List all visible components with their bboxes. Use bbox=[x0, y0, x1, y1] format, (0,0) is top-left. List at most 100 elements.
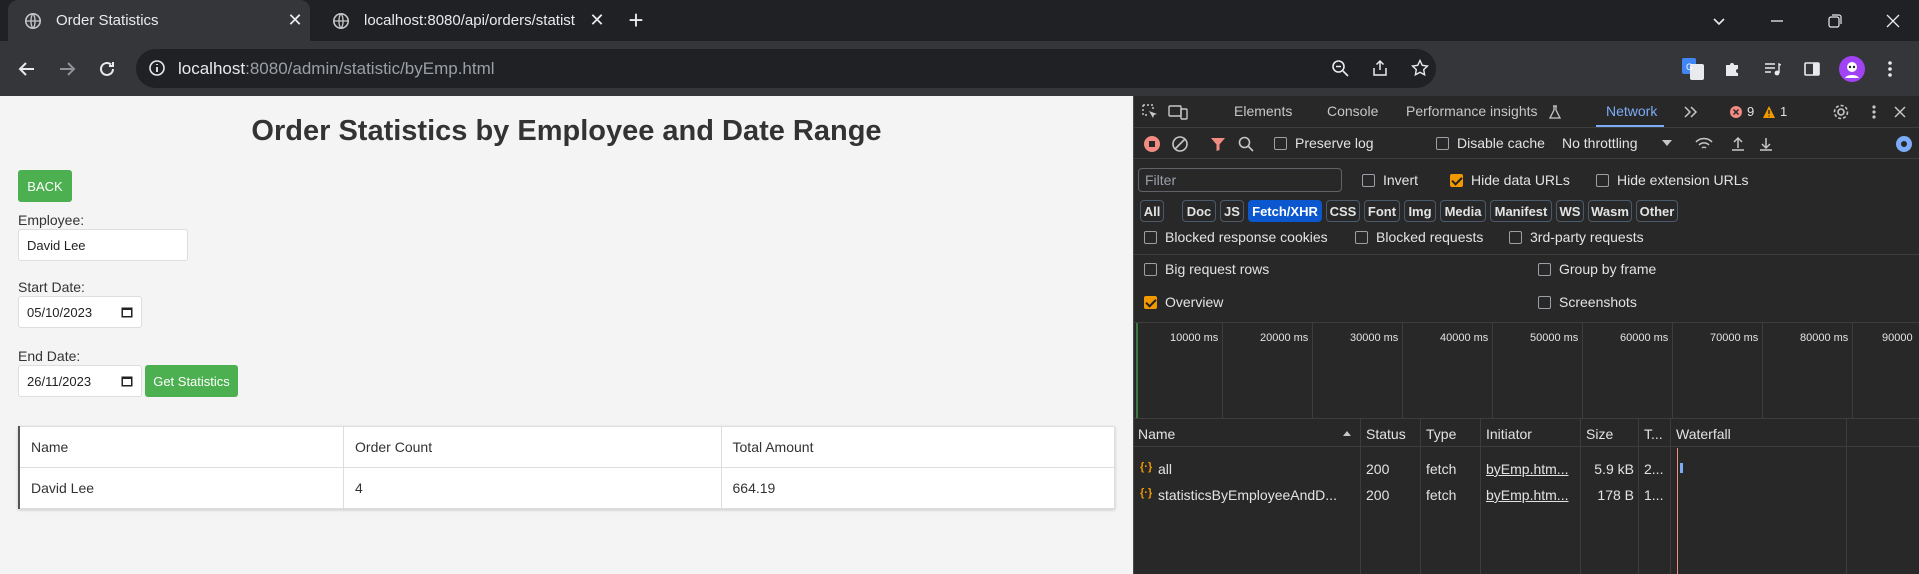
reload-button[interactable] bbox=[93, 55, 121, 83]
column-header-status[interactable]: Status bbox=[1366, 426, 1406, 442]
blocked-response-cookies-option[interactable]: Blocked response cookies bbox=[1144, 229, 1328, 245]
invert-option[interactable]: Invert bbox=[1362, 172, 1418, 188]
type-chip-fetch-xhr[interactable]: Fetch/XHR bbox=[1248, 200, 1322, 222]
info-icon[interactable] bbox=[148, 59, 166, 77]
throttling-select[interactable]: No throttling bbox=[1562, 135, 1673, 151]
type-chip-doc[interactable]: Doc bbox=[1182, 200, 1216, 222]
bookmark-star-icon[interactable] bbox=[1406, 54, 1434, 82]
request-initiator[interactable]: byEmp.htm... bbox=[1486, 461, 1576, 477]
chrome-menu-icon[interactable] bbox=[1876, 55, 1904, 83]
close-icon[interactable]: ✕ bbox=[582, 10, 612, 31]
blocked-response-cookies-checkbox[interactable] bbox=[1144, 230, 1157, 244]
type-chip-css[interactable]: CSS bbox=[1326, 200, 1360, 222]
devtools-menu-icon[interactable] bbox=[1864, 102, 1884, 122]
type-chip-media[interactable]: Media bbox=[1440, 200, 1486, 222]
big-request-rows-checkbox[interactable] bbox=[1144, 262, 1157, 276]
type-chip-img[interactable]: Img bbox=[1404, 200, 1436, 222]
employee-input[interactable]: David Lee bbox=[18, 229, 188, 261]
tab-order-statistics[interactable]: Order Statistics ✕ bbox=[8, 0, 310, 41]
hide-extension-urls-checkbox[interactable] bbox=[1596, 173, 1609, 187]
tab-api-orders[interactable]: localhost:8080/api/orders/statist ✕ bbox=[316, 0, 612, 41]
error-badge[interactable]: 9 bbox=[1729, 104, 1754, 119]
back-nav-button[interactable] bbox=[13, 55, 41, 83]
type-chip-font[interactable]: Font bbox=[1364, 200, 1400, 222]
disable-cache-option[interactable]: Disable cache bbox=[1436, 135, 1545, 151]
screenshots-option[interactable]: Screenshots bbox=[1538, 294, 1637, 310]
type-chip-manifest[interactable]: Manifest bbox=[1490, 200, 1552, 222]
request-initiator[interactable]: byEmp.htm... bbox=[1486, 487, 1576, 503]
extensions-puzzle-icon[interactable] bbox=[1718, 55, 1746, 83]
network-conditions-icon[interactable] bbox=[1694, 134, 1714, 154]
disable-cache-checkbox[interactable] bbox=[1436, 136, 1449, 150]
overview-option[interactable]: Overview bbox=[1144, 294, 1223, 310]
type-chip-all[interactable]: All bbox=[1140, 200, 1164, 222]
inspect-element-icon[interactable] bbox=[1140, 102, 1160, 122]
more-tabs-icon[interactable] bbox=[1681, 102, 1701, 122]
preserve-log-option[interactable]: Preserve log bbox=[1274, 135, 1374, 151]
warning-badge[interactable]: 1 bbox=[1762, 104, 1787, 119]
group-by-frame-checkbox[interactable] bbox=[1538, 262, 1551, 276]
hide-data-urls-checkbox[interactable] bbox=[1450, 173, 1463, 187]
big-request-rows-option[interactable]: Big request rows bbox=[1144, 261, 1269, 277]
type-chip-ws[interactable]: WS bbox=[1556, 200, 1584, 222]
tab-performance-insights[interactable]: Performance insights bbox=[1406, 103, 1538, 119]
settings-gear-icon[interactable] bbox=[1831, 102, 1851, 122]
calendar-icon[interactable] bbox=[121, 375, 133, 387]
search-icon[interactable] bbox=[1236, 134, 1256, 154]
start-date-input[interactable]: 05/10/2023 bbox=[18, 296, 142, 328]
column-header-waterfall[interactable]: Waterfall bbox=[1676, 426, 1731, 442]
address-bar[interactable]: localhost:8080/admin/statistic/byEmp.htm… bbox=[136, 49, 1436, 88]
close-window-button[interactable] bbox=[1864, 0, 1919, 41]
blocked-requests-checkbox[interactable] bbox=[1355, 230, 1368, 244]
back-button[interactable]: BACK bbox=[18, 170, 72, 202]
type-chip-wasm[interactable]: Wasm bbox=[1588, 200, 1632, 222]
new-tab-button[interactable]: + bbox=[622, 6, 650, 34]
preserve-log-checkbox[interactable] bbox=[1274, 136, 1287, 150]
download-icon[interactable] bbox=[1756, 134, 1776, 154]
share-icon[interactable] bbox=[1366, 54, 1394, 82]
blocked-requests-option[interactable]: Blocked requests bbox=[1355, 229, 1483, 245]
table-row[interactable]: {·} all 200 fetch byEmp.htm... 5.9 kB 2.… bbox=[1134, 458, 1919, 480]
end-date-input[interactable]: 26/11/2023 bbox=[18, 365, 142, 397]
close-icon[interactable]: ✕ bbox=[280, 10, 310, 31]
media-control-icon[interactable] bbox=[1758, 55, 1786, 83]
record-stop-icon[interactable] bbox=[1142, 134, 1162, 154]
get-statistics-button[interactable]: Get Statistics bbox=[145, 365, 238, 397]
profile-avatar[interactable] bbox=[1838, 55, 1866, 83]
network-overview-timeline[interactable]: 10000 ms 20000 ms 30000 ms 40000 ms 5000… bbox=[1134, 322, 1919, 419]
network-settings-gear-icon[interactable] bbox=[1894, 134, 1914, 154]
clear-icon[interactable] bbox=[1170, 134, 1190, 154]
forward-nav-button[interactable] bbox=[53, 55, 81, 83]
device-toolbar-icon[interactable] bbox=[1168, 102, 1188, 122]
column-header-size[interactable]: Size bbox=[1586, 426, 1613, 442]
translate-extension-icon[interactable]: G bbox=[1679, 55, 1707, 83]
filter-funnel-icon[interactable] bbox=[1208, 134, 1228, 154]
column-header-initiator[interactable]: Initiator bbox=[1486, 426, 1532, 442]
minimize-button[interactable] bbox=[1748, 0, 1806, 41]
group-by-frame-option[interactable]: Group by frame bbox=[1538, 261, 1656, 277]
invert-checkbox[interactable] bbox=[1362, 173, 1375, 187]
tab-elements[interactable]: Elements bbox=[1234, 103, 1292, 119]
hide-data-urls-option[interactable]: Hide data URLs bbox=[1450, 172, 1570, 188]
restore-button[interactable] bbox=[1806, 0, 1864, 41]
tab-network[interactable]: Network bbox=[1606, 103, 1657, 119]
url-text[interactable]: localhost:8080/admin/statistic/byEmp.htm… bbox=[178, 59, 495, 79]
column-header-type[interactable]: Type bbox=[1426, 426, 1456, 442]
calendar-icon[interactable] bbox=[121, 306, 133, 318]
third-party-requests-option[interactable]: 3rd-party requests bbox=[1509, 229, 1644, 245]
screenshots-checkbox[interactable] bbox=[1538, 295, 1551, 309]
hide-extension-urls-option[interactable]: Hide extension URLs bbox=[1596, 172, 1749, 188]
column-header-name[interactable]: Name bbox=[1138, 426, 1175, 442]
zoom-icon[interactable] bbox=[1326, 54, 1354, 82]
third-party-requests-checkbox[interactable] bbox=[1509, 230, 1522, 244]
tab-search-button[interactable] bbox=[1690, 0, 1748, 41]
close-devtools-icon[interactable] bbox=[1890, 102, 1910, 122]
overview-checkbox[interactable] bbox=[1144, 295, 1157, 309]
type-chip-js[interactable]: JS bbox=[1220, 200, 1244, 222]
type-chip-other[interactable]: Other bbox=[1636, 200, 1678, 222]
side-panel-icon[interactable] bbox=[1798, 55, 1826, 83]
filter-input[interactable]: Filter bbox=[1138, 168, 1342, 192]
column-header-time[interactable]: T... bbox=[1644, 426, 1663, 442]
table-row[interactable]: {·} statisticsByEmployeeAndD... 200 fetc… bbox=[1134, 484, 1919, 506]
upload-icon[interactable] bbox=[1728, 134, 1748, 154]
